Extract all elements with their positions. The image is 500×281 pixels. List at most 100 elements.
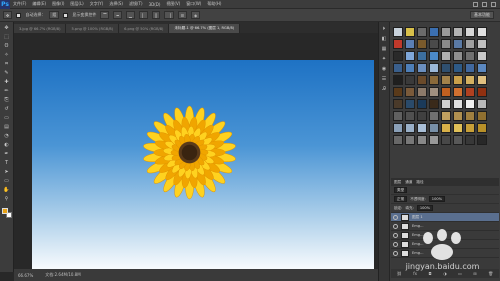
list-icon[interactable]: ☰ (381, 76, 387, 82)
style-swatch[interactable] (393, 111, 403, 121)
style-swatch[interactable] (417, 63, 427, 73)
style-swatch[interactable] (393, 75, 403, 85)
layer-row[interactable]: 图层 1 (391, 213, 499, 222)
menu-type[interactable]: 文字(Y) (87, 1, 107, 7)
style-swatch[interactable] (393, 51, 403, 61)
adjustments-icon[interactable]: ◧ (381, 36, 387, 42)
style-swatch[interactable] (441, 75, 451, 85)
style-swatch[interactable] (393, 27, 403, 37)
hand-tool-icon[interactable]: ✋ (3, 187, 10, 193)
style-swatch[interactable] (465, 123, 475, 133)
style-swatch[interactable] (477, 51, 487, 61)
style-swatch[interactable] (405, 51, 415, 61)
healing-brush-tool-icon[interactable]: ✚ (3, 79, 10, 85)
style-swatch[interactable] (417, 123, 427, 133)
workspace-switcher[interactable]: 基本功能 (470, 11, 494, 19)
style-swatch[interactable] (441, 111, 451, 121)
tab-document-2[interactable]: 5.png @ 100% (RGB/8) (66, 24, 120, 33)
style-swatch[interactable] (453, 63, 463, 73)
menu-filter[interactable]: 滤镜(T) (126, 1, 146, 7)
eraser-tool-icon[interactable]: ▭ (3, 115, 10, 121)
brush-tool-icon[interactable]: ✏ (3, 88, 10, 94)
style-swatch[interactable] (429, 27, 439, 37)
show-transform-checkbox[interactable] (63, 12, 69, 18)
style-swatch[interactable] (393, 99, 403, 109)
style-swatch[interactable] (453, 135, 463, 145)
style-swatch[interactable] (405, 39, 415, 49)
style-swatch[interactable] (417, 87, 427, 97)
style-swatch[interactable] (441, 63, 451, 73)
menu-file[interactable]: 文件(F) (10, 1, 29, 7)
style-swatch[interactable] (429, 123, 439, 133)
menu-window[interactable]: 窗口(W) (183, 1, 204, 7)
style-swatch[interactable] (429, 63, 439, 73)
style-swatch[interactable] (477, 111, 487, 121)
align-middle-button[interactable]: ═ (113, 11, 122, 19)
style-swatch[interactable] (393, 87, 403, 97)
dodge-tool-icon[interactable]: ◐ (3, 142, 10, 148)
style-swatch[interactable] (417, 51, 427, 61)
style-swatch[interactable] (453, 111, 463, 121)
style-swatch[interactable] (441, 123, 451, 133)
pen-tool-icon[interactable]: ✒ (3, 151, 10, 157)
style-swatch[interactable] (465, 27, 475, 37)
grid-icon[interactable]: ▦ (381, 46, 387, 52)
align-top-button[interactable]: ▔ (100, 11, 110, 19)
style-swatch[interactable] (465, 75, 475, 85)
style-swatch[interactable] (405, 63, 415, 73)
style-swatch[interactable] (405, 135, 415, 145)
style-swatch[interactable] (477, 123, 487, 133)
style-swatch[interactable] (453, 27, 463, 37)
style-swatch[interactable] (429, 51, 439, 61)
menu-image[interactable]: 图像(I) (49, 1, 67, 7)
blur-tool-icon[interactable]: ◔ (3, 133, 10, 139)
opacity-field[interactable]: 100% (428, 196, 446, 202)
marquee-tool-icon[interactable]: ⬚ (3, 34, 10, 40)
style-swatch[interactable] (441, 51, 451, 61)
play-icon[interactable]: ⏵ (381, 26, 387, 32)
style-swatch[interactable] (417, 111, 427, 121)
tab-document-active[interactable]: 未标题-1 @ 66.7% (图层 1, RGB/8) (169, 24, 241, 33)
style-swatch[interactable] (417, 99, 427, 109)
tab-document-1[interactable]: 3.jpg @ 66.7% (RGB/8) (14, 24, 67, 33)
style-swatch[interactable] (429, 87, 439, 97)
move-tool-preset-button[interactable]: ✥ (3, 11, 13, 19)
style-swatch[interactable] (465, 135, 475, 145)
magic-wand-tool-icon[interactable]: ✧ (3, 52, 10, 58)
style-swatch[interactable] (477, 27, 487, 37)
tab-layers[interactable]: 图层 (394, 180, 401, 185)
style-swatch[interactable] (453, 99, 463, 109)
style-swatch[interactable] (453, 39, 463, 49)
menu-view[interactable]: 视图(V) (163, 1, 183, 7)
style-swatch[interactable] (405, 111, 415, 121)
close-icon[interactable] (491, 1, 496, 7)
style-swatch[interactable] (453, 87, 463, 97)
style-swatch[interactable] (441, 99, 451, 109)
style-swatch[interactable] (477, 75, 487, 85)
style-swatch[interactable] (393, 123, 403, 133)
maximize-icon[interactable] (482, 1, 487, 7)
tab-paths[interactable]: 路径 (416, 180, 423, 185)
eye-icon[interactable] (393, 214, 398, 220)
move-tool-icon[interactable]: ✥ (3, 25, 10, 31)
circle-icon[interactable]: ◉ (381, 66, 387, 72)
align-right-button[interactable]: ▕ (164, 11, 174, 19)
style-swatch[interactable] (465, 51, 475, 61)
style-swatch[interactable] (465, 99, 475, 109)
type-tool-icon[interactable]: T (3, 160, 10, 166)
history-brush-tool-icon[interactable]: ↺ (3, 106, 10, 112)
style-swatch[interactable] (393, 63, 403, 73)
menu-3d[interactable]: 3D(D) (146, 2, 164, 7)
style-swatch[interactable] (393, 39, 403, 49)
style-swatch[interactable] (477, 99, 487, 109)
style-swatch[interactable] (453, 123, 463, 133)
document-canvas[interactable] (32, 60, 374, 274)
style-swatch[interactable] (453, 75, 463, 85)
menu-edit[interactable]: 编辑(E) (29, 1, 49, 7)
fill-field[interactable]: 100% (416, 205, 434, 211)
style-swatch[interactable] (477, 135, 487, 145)
blend-mode-dropdown[interactable]: 正常 (394, 196, 408, 202)
style-swatch[interactable] (405, 99, 415, 109)
style-swatch[interactable] (405, 75, 415, 85)
style-swatch[interactable] (465, 39, 475, 49)
